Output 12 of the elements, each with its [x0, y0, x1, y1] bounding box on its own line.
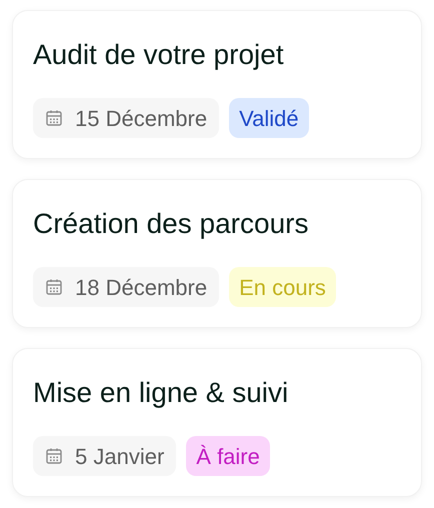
task-title: Création des parcours — [33, 207, 310, 241]
task-title: Audit de votre projet — [33, 38, 285, 72]
date-text: 15 Décembre — [75, 104, 208, 132]
calendar-icon — [45, 447, 63, 465]
date-text: 18 Décembre — [75, 274, 208, 302]
status-tag: Validé — [229, 98, 309, 138]
task-title: Mise en ligne & suivi — [33, 376, 290, 410]
calendar-icon — [45, 278, 63, 296]
status-tag: À faire — [186, 436, 270, 476]
calendar-icon — [45, 109, 63, 127]
date-text: 5 Janvier — [75, 442, 164, 470]
status-tag: En cours — [229, 267, 336, 307]
